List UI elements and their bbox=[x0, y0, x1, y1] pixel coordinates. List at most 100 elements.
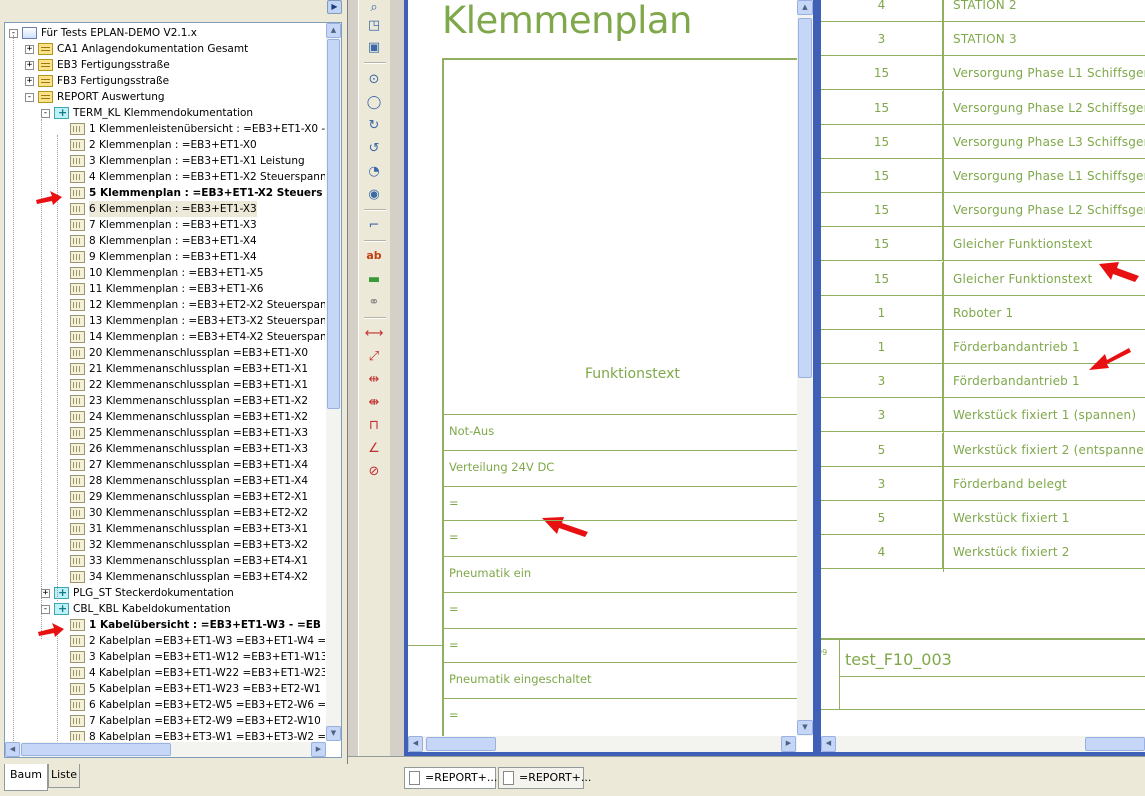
tree-page-item[interactable]: 21 Klemmenanschlussplan =EB3+ET1-X1 bbox=[70, 361, 308, 377]
dim-icon[interactable]: ⟷ bbox=[365, 326, 384, 342]
link-icon[interactable]: ⚭ bbox=[366, 295, 382, 311]
tree-page-item[interactable]: 1 Kabelübersicht : =EB3+ET1-W3 - =EB bbox=[70, 617, 321, 633]
tree-page-item[interactable]: 12 Klemmenplan : =EB3+ET2-X2 Steuerspanr bbox=[70, 297, 325, 313]
tree-page-item[interactable]: 30 Klemmenanschlussplan =EB3+ET2-X2 bbox=[70, 505, 308, 521]
scroll-up-button[interactable]: ▲ bbox=[797, 0, 813, 15]
tree-page-item[interactable]: 9 Klemmenplan : =EB3+ET1-X4 bbox=[70, 249, 257, 265]
collapse-icon[interactable]: - bbox=[41, 604, 50, 614]
scroll-thumb[interactable] bbox=[426, 737, 496, 751]
scroll-down-button[interactable]: ▼ bbox=[326, 726, 341, 741]
tree-page-item[interactable]: 27 Klemmenanschlussplan =EB3+ET1-X4 bbox=[70, 457, 308, 473]
tree-node[interactable]: + PLG_ST Steckerdokumentation bbox=[41, 585, 234, 601]
tree-page-item[interactable]: 25 Klemmenanschlussplan =EB3+ET1-X3 bbox=[70, 425, 308, 441]
zoom-icon[interactable]: ⌕ bbox=[366, 0, 382, 16]
tree-node[interactable]: - REPORT Auswertung bbox=[25, 89, 165, 105]
image-icon[interactable]: ▬ bbox=[366, 272, 382, 288]
tree-node[interactable]: + CA1 Anlagendokumentation Gesamt bbox=[25, 41, 248, 57]
tree-node[interactable]: + EB3 Fertigungsstraße bbox=[25, 57, 170, 73]
fit-icon[interactable]: ▣ bbox=[366, 40, 382, 56]
tree-page-item[interactable]: 11 Klemmenplan : =EB3+ET1-X6 bbox=[70, 281, 263, 297]
tree-page-item[interactable]: 24 Klemmenanschlussplan =EB3+ET1-X2 bbox=[70, 409, 308, 425]
tree-node[interactable]: - TERM_KL Klemmendokumentation bbox=[41, 105, 253, 121]
radius-icon[interactable]: ⊘ bbox=[366, 464, 382, 480]
dim-inc-icon[interactable]: ⊓ bbox=[366, 418, 382, 434]
tree-page-item[interactable]: 23 Klemmenanschlussplan =EB3+ET1-X2 bbox=[70, 393, 308, 409]
dim-angle-icon[interactable]: ⤢ bbox=[366, 349, 382, 365]
page-icon bbox=[70, 731, 85, 741]
tree-page-item[interactable]: 14 Klemmenplan : =EB3+ET4-X2 Steuerspanr bbox=[70, 329, 325, 345]
document-vertical-scrollbar[interactable]: ▲ ▼ bbox=[797, 0, 813, 736]
tree-page-item[interactable]: 29 Klemmenanschlussplan =EB3+ET2-X1 bbox=[70, 489, 308, 505]
scroll-down-button[interactable]: ▼ bbox=[797, 720, 813, 735]
tree-page-item[interactable]: 31 Klemmenanschlussplan =EB3+ET3-X1 bbox=[70, 521, 308, 537]
document-horizontal-scrollbar[interactable]: ◀ ▶ bbox=[408, 736, 797, 752]
scroll-left-button[interactable]: ◀ bbox=[821, 736, 836, 752]
scroll-thumb[interactable] bbox=[327, 39, 340, 409]
tree-page-item[interactable]: 2 Kabelplan =EB3+ET1-W3 =EB3+ET1-W4 =E bbox=[70, 633, 325, 649]
tree-page-item[interactable]: 34 Klemmenanschlussplan =EB3+ET4-X2 bbox=[70, 569, 308, 585]
tree-vertical-scrollbar[interactable]: ▲ ▼ bbox=[326, 23, 341, 741]
eye-icon[interactable]: ◉ bbox=[366, 187, 382, 203]
expand-icon[interactable]: + bbox=[25, 44, 34, 54]
tree-page-item[interactable]: 20 Klemmenanschlussplan =EB3+ET1-X0 bbox=[70, 345, 308, 361]
document-tab[interactable]: =REPORT+... bbox=[404, 767, 497, 789]
circle-icon[interactable]: ⊙ bbox=[366, 72, 382, 88]
tree-page-item[interactable]: 1 Klemmenleistenübersicht : =EB3+ET1-X0 … bbox=[70, 121, 325, 137]
tree-page-item[interactable]: 33 Klemmenanschlussplan =EB3+ET4-X1 bbox=[70, 553, 308, 569]
dim-chain-icon[interactable]: ⇹ bbox=[366, 372, 382, 388]
tree-page-item[interactable]: 2 Klemmenplan : =EB3+ET1-X0 bbox=[70, 137, 257, 153]
tree-page-item[interactable]: 22 Klemmenanschlussplan =EB3+ET1-X1 bbox=[70, 377, 308, 393]
tree-page-item[interactable]: 7 Kabelplan =EB3+ET2-W9 =EB3+ET2-W10 = bbox=[70, 713, 325, 729]
tree-node[interactable]: - CBL_KBL Kabeldokumentation bbox=[41, 601, 231, 617]
tree-page-item[interactable]: 4 Klemmenplan : =EB3+ET1-X2 Steuerspannu bbox=[70, 169, 325, 185]
tree-horizontal-scrollbar[interactable]: ◀ ▶ bbox=[5, 742, 326, 757]
tree-page-item[interactable]: 6 Klemmenplan : =EB3+ET1-X3 bbox=[70, 201, 257, 217]
arc2-icon[interactable]: ↺ bbox=[366, 141, 382, 157]
tree-page-item[interactable]: 26 Klemmenanschlussplan =EB3+ET1-X3 bbox=[70, 441, 308, 457]
folder-icon bbox=[38, 75, 53, 87]
tree-page-item[interactable]: 13 Klemmenplan : =EB3+ET3-X2 Steuerspanr bbox=[70, 313, 325, 329]
dim-base-icon[interactable]: ⇼ bbox=[366, 395, 382, 411]
scroll-thumb[interactable] bbox=[798, 18, 812, 378]
drawing-canvas[interactable]: Klemmenplan Funktionstext Not-Aus Verteil… bbox=[408, 0, 797, 736]
collapse-icon[interactable]: - bbox=[25, 92, 34, 102]
scroll-right-button[interactable]: ▶ bbox=[781, 736, 796, 752]
scroll-right-button[interactable]: ▶ bbox=[311, 742, 326, 757]
scroll-thumb[interactable] bbox=[21, 743, 171, 756]
expand-icon[interactable]: + bbox=[41, 588, 50, 598]
pane-menu-button[interactable]: ▶ bbox=[327, 0, 342, 14]
drawing-canvas[interactable]: 4 STATION 2 3 STATION 3 15 Versorgung Phase L… bbox=[821, 0, 1145, 736]
tree-page-item[interactable]: 7 Klemmenplan : =EB3+ET1-X3 bbox=[70, 217, 257, 233]
document-horizontal-scrollbar[interactable]: ◀ bbox=[821, 736, 1145, 752]
circle-fill-icon[interactable]: ◯ bbox=[366, 95, 382, 111]
tree-page-item[interactable]: 3 Kabelplan =EB3+ET1-W12 =EB3+ET1-W13 bbox=[70, 649, 325, 665]
scroll-left-button[interactable]: ◀ bbox=[5, 742, 20, 757]
tree-page-item[interactable]: 4 Kabelplan =EB3+ET1-W22 =EB3+ET1-W23 bbox=[70, 665, 325, 681]
tree-page-item[interactable]: 28 Klemmenanschlussplan =EB3+ET1-X4 bbox=[70, 473, 308, 489]
tree-page-item[interactable]: 3 Klemmenplan : =EB3+ET1-X1 Leistung bbox=[70, 153, 305, 169]
tree-page-item[interactable]: 5 Kabelplan =EB3+ET1-W23 =EB3+ET2-W1 = bbox=[70, 681, 325, 697]
tree-node[interactable]: - Für Tests EPLAN-DEMO V2.1.x bbox=[9, 25, 197, 41]
tree-page-item[interactable]: 6 Kabelplan =EB3+ET2-W5 =EB3+ET2-W6 =E bbox=[70, 697, 325, 713]
tree-node[interactable]: + FB3 Fertigungsstraße bbox=[25, 73, 169, 89]
collapse-icon[interactable]: - bbox=[41, 108, 50, 118]
document-tab[interactable]: =REPORT+... bbox=[498, 767, 591, 789]
tree-page-item[interactable]: 5 Klemmenplan : =EB3+ET1-X2 Steuers bbox=[70, 185, 323, 201]
tab-baum[interactable]: Baum bbox=[4, 764, 48, 791]
angle-icon[interactable]: ∠ bbox=[366, 441, 382, 457]
arc-icon[interactable]: ↻ bbox=[366, 118, 382, 134]
scroll-up-button[interactable]: ▲ bbox=[326, 23, 341, 38]
tree-page-item[interactable]: 32 Klemmenanschlussplan =EB3+ET3-X2 bbox=[70, 537, 308, 553]
tree-page-item[interactable]: 10 Klemmenplan : =EB3+ET1-X5 bbox=[70, 265, 263, 281]
scroll-left-button[interactable]: ◀ bbox=[408, 736, 423, 752]
connection-icon[interactable]: ⌐ bbox=[366, 218, 382, 234]
tree-page-item[interactable]: 8 Kabelplan =EB3+ET3-W1 =EB3+ET3-W2 =E bbox=[70, 729, 325, 741]
tree-page-item[interactable]: 8 Klemmenplan : =EB3+ET1-X4 bbox=[70, 233, 257, 249]
expand-icon[interactable]: + bbox=[25, 60, 34, 70]
tab-liste[interactable]: Liste bbox=[48, 764, 80, 788]
scroll-thumb[interactable] bbox=[1085, 737, 1145, 751]
expand-icon[interactable]: + bbox=[25, 76, 34, 86]
window-icon[interactable]: ◳ bbox=[366, 18, 382, 34]
text-icon[interactable]: ab bbox=[366, 248, 382, 264]
arc3-icon[interactable]: ◔ bbox=[366, 164, 382, 180]
